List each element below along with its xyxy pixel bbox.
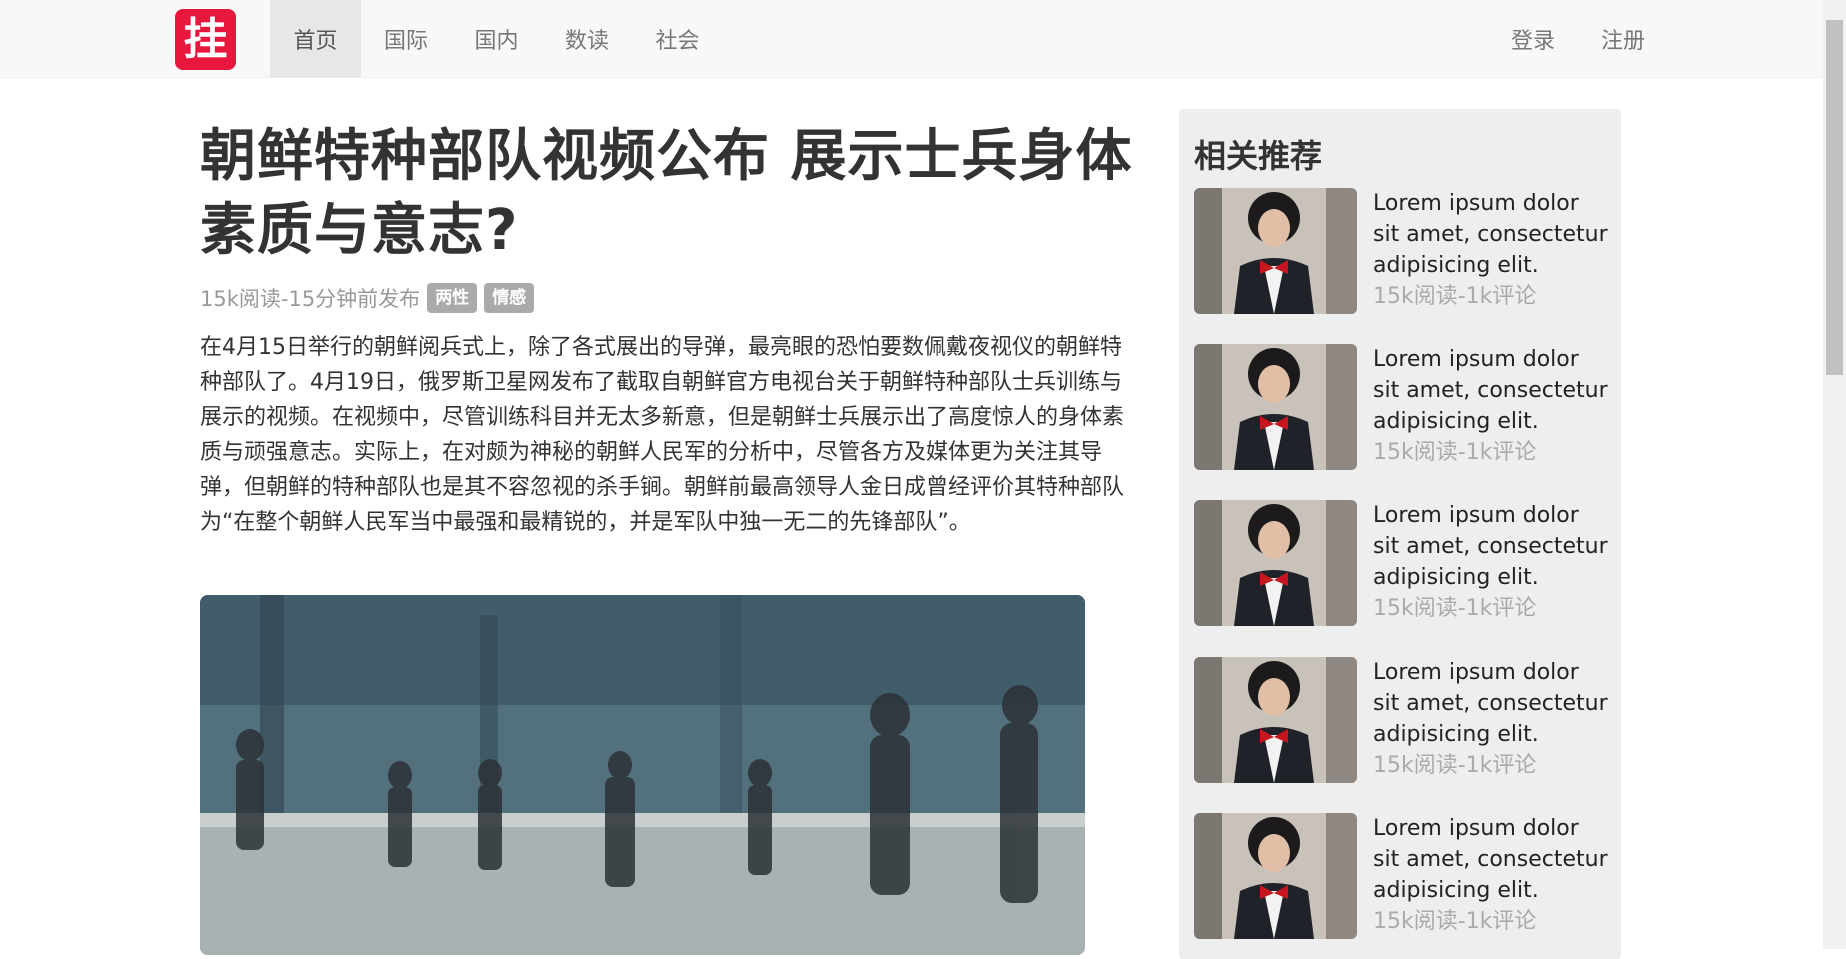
related-meta: 15k阅读-1k评论: [1373, 909, 1537, 934]
person-photo-icon: [1194, 813, 1357, 939]
related-title: Lorem ipsum dolor sit amet, consectetur …: [1373, 503, 1608, 590]
person-photo-icon: [1194, 657, 1357, 783]
tag-badge[interactable]: 两性: [427, 283, 478, 313]
related-title: Lorem ipsum dolor sit amet, consectetur …: [1373, 191, 1608, 278]
scrollbar-thumb[interactable]: [1826, 20, 1843, 375]
related-text: Lorem ipsum dolor sit amet, consectetur …: [1373, 344, 1609, 468]
login-label: 登录: [1510, 29, 1555, 54]
related-thumbnail: [1194, 188, 1357, 314]
related-text: Lorem ipsum dolor sit amet, consectetur …: [1373, 500, 1609, 624]
sidebar-title: 相关推荐: [1194, 137, 1323, 175]
nav-item-domestic[interactable]: 国内: [451, 0, 542, 78]
tag-badge[interactable]: 情感: [484, 283, 535, 313]
related-thumbnail: [1194, 813, 1357, 939]
top-navbar: 挂 首页 国际 国内 数读 社会 登录 注册: [0, 0, 1823, 78]
site-logo[interactable]: 挂: [175, 9, 236, 70]
related-meta: 15k阅读-1k评论: [1373, 440, 1537, 465]
register-label: 注册: [1600, 29, 1645, 54]
nav-item-label: 国际: [383, 29, 428, 54]
related-text: Lorem ipsum dolor sit amet, consectetur …: [1373, 813, 1609, 937]
article-meta: 15k阅读-15分钟前发布 两性 情感: [200, 282, 1140, 314]
nav-item-home[interactable]: 首页: [270, 0, 361, 78]
nav-item-international[interactable]: 国际: [361, 0, 451, 78]
related-thumbnail: [1194, 500, 1357, 626]
related-title: Lorem ipsum dolor sit amet, consectetur …: [1373, 816, 1608, 903]
nav-item-label: 国内: [474, 29, 519, 54]
related-title: Lorem ipsum dolor sit amet, consectetur …: [1373, 347, 1608, 434]
related-item[interactable]: Lorem ipsum dolor sit amet, consectetur …: [1194, 344, 1609, 470]
related-meta: 15k阅读-1k评论: [1373, 284, 1537, 309]
related-meta: 15k阅读-1k评论: [1373, 753, 1537, 778]
login-link[interactable]: 登录: [1488, 0, 1578, 78]
person-photo-icon: [1194, 188, 1357, 314]
nav-item-label: 数读: [564, 29, 609, 54]
related-item[interactable]: Lorem ipsum dolor sit amet, consectetur …: [1194, 657, 1609, 783]
nav-item-label: 首页: [293, 29, 338, 54]
nav-item-label: 社会: [655, 29, 700, 54]
article-stats: 15k阅读-15分钟前发布: [200, 287, 421, 311]
related-title: Lorem ipsum dolor sit amet, consectetur …: [1373, 660, 1608, 747]
article-body: 在4月15日举行的朝鲜阅兵式上，除了各式展出的导弹，最亮眼的恐怕要数佩戴夜视仪的…: [200, 335, 1125, 535]
related-sidebar: 相关推荐 Lorem ipsum dolor sit amet, consect…: [1179, 109, 1621, 959]
register-link[interactable]: 注册: [1578, 0, 1668, 78]
nav-item-society[interactable]: 社会: [632, 0, 723, 78]
related-item[interactable]: Lorem ipsum dolor sit amet, consectetur …: [1194, 500, 1609, 626]
related-text: Lorem ipsum dolor sit amet, consectetur …: [1373, 657, 1609, 781]
logo-text: 挂: [183, 13, 228, 65]
related-thumbnail: [1194, 657, 1357, 783]
nav-item-data[interactable]: 数读: [542, 0, 632, 78]
related-thumbnail: [1194, 344, 1357, 470]
page-scrollbar[interactable]: [1823, 0, 1846, 949]
related-text: Lorem ipsum dolor sit amet, consectetur …: [1373, 188, 1609, 312]
article: 朝鲜特种部队视频公布 展示士兵身体素质与意志? 15k阅读-15分钟前发布 两性…: [200, 120, 1140, 540]
related-meta: 15k阅读-1k评论: [1373, 596, 1537, 621]
article-image: [200, 595, 1085, 955]
person-photo-icon: [1194, 500, 1357, 626]
related-item[interactable]: Lorem ipsum dolor sit amet, consectetur …: [1194, 188, 1609, 314]
soldiers-photo-icon: [200, 595, 1085, 955]
related-item[interactable]: Lorem ipsum dolor sit amet, consectetur …: [1194, 813, 1609, 939]
person-photo-icon: [1194, 344, 1357, 470]
article-title: 朝鲜特种部队视频公布 展示士兵身体素质与意志?: [200, 124, 1133, 263]
